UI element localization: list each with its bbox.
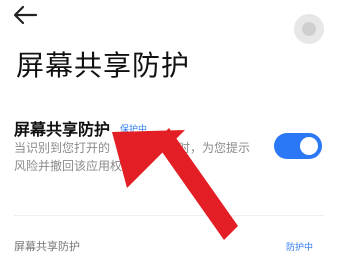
help-circle-icon[interactable] [294,14,324,44]
description-line1-tail: 存在风险时，为您提示 [130,141,251,155]
status-badge: 保护中 [120,125,148,135]
row-label: 屏幕共享防护 [14,240,80,253]
description-line2: 风险并撤回该应用权 [14,159,123,173]
toggle-knob [300,137,318,155]
row-value[interactable]: 防护中 [286,240,313,253]
back-arrow-icon[interactable] [12,4,38,26]
divider [14,215,324,216]
setting-description: 当识别到您打开的 存在风险时，为您提示 风险并撤回该应用权 [14,139,264,175]
setting-title: 屏幕共享防护 [14,120,111,139]
page-title: 屏幕共享防护 [16,49,191,82]
description-line1: 当识别到您打开的 [14,141,111,155]
screen-share-protection-toggle[interactable] [274,133,322,159]
